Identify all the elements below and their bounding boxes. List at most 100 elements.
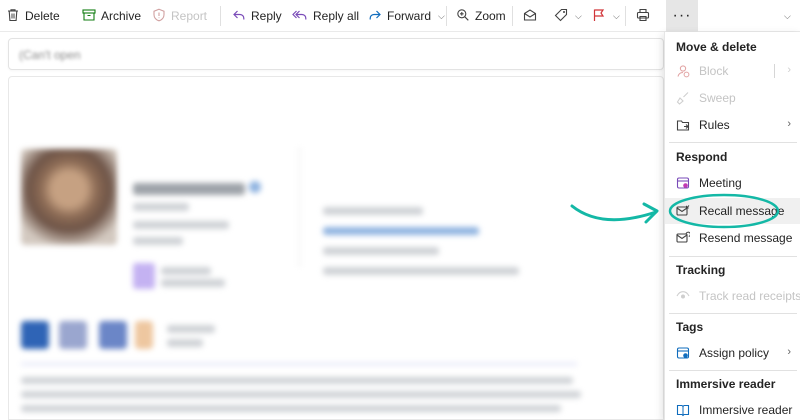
menu-heading-tags: Tags xyxy=(676,320,704,334)
toolbar-expand-button[interactable]: ⌵ xyxy=(782,4,791,28)
blurred-line xyxy=(323,207,423,215)
meeting-icon xyxy=(676,176,690,190)
menu-heading-move-delete: Move & delete xyxy=(676,40,757,54)
flag-button[interactable]: ⌵ xyxy=(592,4,620,28)
more-actions-menu: Move & delete Block › Sweep Rules › Resp… xyxy=(664,32,800,420)
block-icon xyxy=(676,64,690,78)
blurred-paragraph-line xyxy=(21,377,573,384)
menu-item-immersive-reader[interactable]: Immersive reader xyxy=(665,397,800,420)
toolbar-divider xyxy=(220,6,221,26)
menu-item-label: Track read receipts xyxy=(699,289,800,303)
menu-divider xyxy=(669,256,797,257)
blurred-link xyxy=(323,227,479,235)
annotation-highlight-ellipse xyxy=(668,193,780,229)
blurred-line xyxy=(161,267,211,275)
blurred-social-icon xyxy=(135,321,153,349)
annotation-arrow xyxy=(570,202,659,224)
reply-all-label: Reply all xyxy=(313,9,360,23)
forward-label: Forward xyxy=(387,9,432,23)
blurred-logo xyxy=(133,263,155,289)
print-button[interactable] xyxy=(636,4,650,28)
blurred-social-icon xyxy=(59,321,87,349)
menu-item-label: Resend message xyxy=(699,231,793,245)
menu-item-rules[interactable]: Rules › xyxy=(665,112,800,138)
zoom-icon xyxy=(456,8,470,25)
menu-item-label: Assign policy xyxy=(699,346,770,360)
immersive-reader-icon xyxy=(676,403,690,417)
menu-item-label: Meeting xyxy=(699,176,742,190)
forward-icon xyxy=(368,8,382,25)
blurred-social-icon xyxy=(21,321,49,349)
reply-button[interactable]: Reply xyxy=(232,4,282,28)
menu-divider xyxy=(669,142,797,143)
menu-item-sweep[interactable]: Sweep xyxy=(665,85,800,111)
zoom-label: Zoom xyxy=(475,9,506,23)
blurred-name xyxy=(133,183,245,195)
email-body xyxy=(8,76,664,420)
toolbar-divider xyxy=(512,6,513,26)
rules-icon xyxy=(676,118,690,132)
eye-icon xyxy=(676,289,690,303)
reply-label: Reply xyxy=(251,9,282,23)
resend-icon xyxy=(676,231,690,245)
blurred-line xyxy=(323,247,439,255)
trash-icon xyxy=(6,8,20,25)
report-button[interactable]: Report xyxy=(152,4,207,28)
reply-all-icon xyxy=(292,8,308,25)
shield-icon xyxy=(152,8,166,25)
command-toolbar: Delete Archive Report Reply Reply all Fo… xyxy=(0,0,800,32)
delete-button[interactable]: Delete xyxy=(6,4,60,28)
mark-read-button[interactable] xyxy=(523,4,537,28)
subject-bar: (Can't open xyxy=(8,38,664,70)
envelope-open-icon xyxy=(523,8,537,25)
delete-label: Delete xyxy=(25,9,60,23)
chevron-right-icon: › xyxy=(787,118,791,130)
blurred-line xyxy=(133,221,229,229)
menu-item-label: Sweep xyxy=(699,91,736,105)
verified-badge xyxy=(249,181,261,193)
chevron-down-icon: ⌵ xyxy=(784,10,791,21)
blurred-line xyxy=(167,325,215,333)
menu-item-track-read-receipts[interactable]: Track read receipts xyxy=(665,283,800,309)
blurred-line xyxy=(133,203,189,211)
menu-divider xyxy=(669,370,797,371)
subject-text: (Can't open xyxy=(19,48,81,62)
menu-item-label: Rules xyxy=(699,118,730,132)
blurred-line xyxy=(161,279,225,287)
policy-icon xyxy=(676,346,690,360)
zoom-button[interactable]: Zoom xyxy=(456,4,506,28)
blurred-line xyxy=(167,339,203,347)
menu-divider xyxy=(669,313,797,314)
more-icon: ··· xyxy=(672,7,692,24)
split-divider xyxy=(774,64,775,78)
blurred-line xyxy=(323,267,519,275)
report-label: Report xyxy=(171,9,208,23)
categorize-button[interactable]: ⌵ xyxy=(554,4,582,28)
archive-button[interactable]: Archive xyxy=(82,4,141,28)
menu-heading-tracking: Tracking xyxy=(676,263,726,277)
chevron-down-icon[interactable]: ⌵ xyxy=(575,11,582,22)
blurred-social-icon xyxy=(99,321,127,349)
blurred-line xyxy=(133,237,183,245)
menu-heading-respond: Respond xyxy=(676,150,728,164)
reply-icon xyxy=(232,8,246,25)
menu-item-label: Block xyxy=(699,64,729,78)
sweep-icon xyxy=(676,91,690,105)
chevron-right-icon: › xyxy=(787,64,791,76)
reply-all-button[interactable]: Reply all xyxy=(292,4,359,28)
toolbar-divider xyxy=(625,6,626,26)
blurred-paragraph-line xyxy=(21,391,581,398)
sender-photo xyxy=(21,149,117,245)
menu-item-assign-policy[interactable]: Assign policy › xyxy=(665,340,800,366)
flag-icon xyxy=(592,8,606,25)
chevron-down-icon[interactable]: ⌵ xyxy=(613,11,620,22)
more-actions-button[interactable]: ··· xyxy=(666,0,698,32)
menu-item-label: Immersive reader xyxy=(699,403,793,417)
toolbar-divider xyxy=(446,6,447,26)
forward-button[interactable]: Forward ⌵ xyxy=(368,4,445,28)
blurred-separator xyxy=(21,363,577,365)
archive-label: Archive xyxy=(101,9,142,23)
chevron-down-icon[interactable]: ⌵ xyxy=(438,11,445,22)
menu-item-block[interactable]: Block › xyxy=(665,58,800,84)
blurred-paragraph-line xyxy=(21,405,561,412)
